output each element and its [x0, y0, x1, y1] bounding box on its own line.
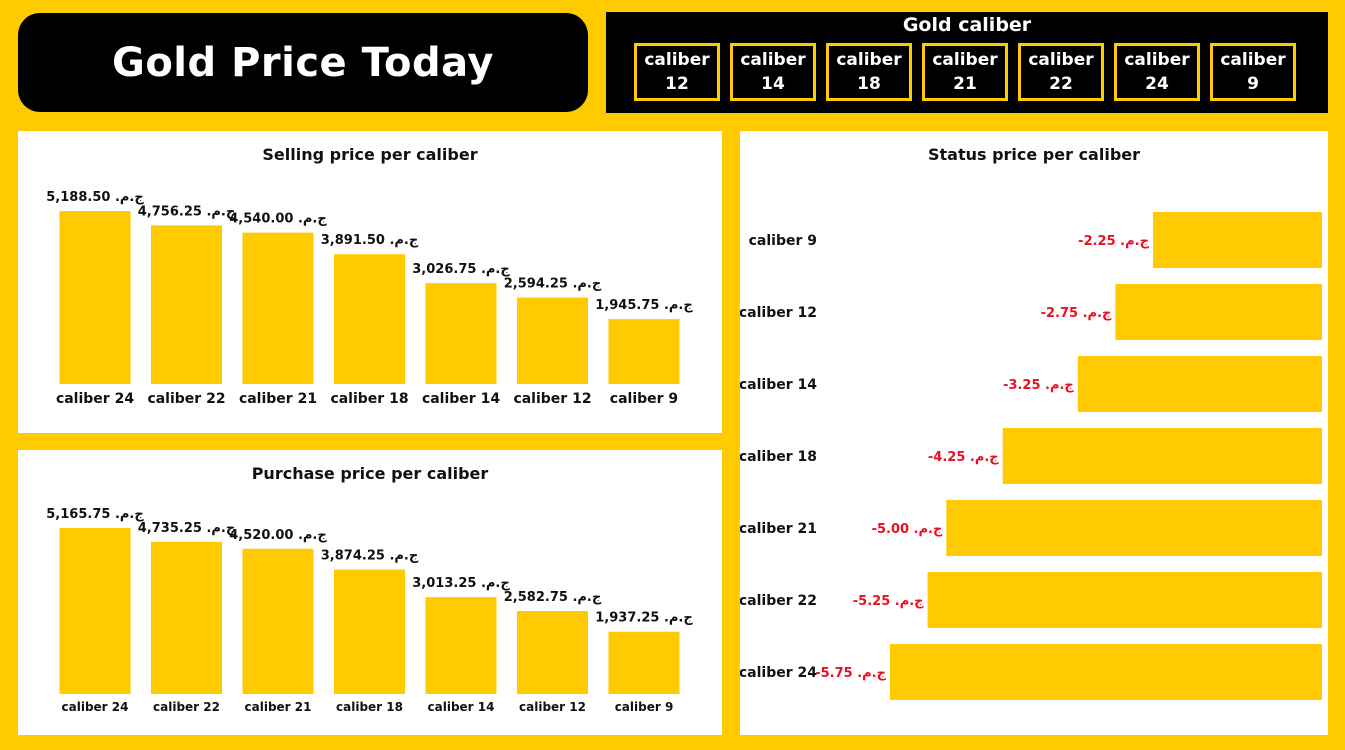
bar — [59, 211, 131, 384]
slicer-item-value: 21 — [953, 74, 977, 94]
data-label: 1,937.25 .ج.م — [595, 611, 693, 626]
data-label: 4,520.00 .ج.م — [229, 528, 327, 543]
bar — [59, 528, 131, 694]
data-label: -4.25 .ج.م — [928, 450, 999, 465]
data-label: 3,891.50 .ج.م — [321, 233, 419, 248]
category-label: caliber 21 — [245, 700, 312, 714]
selling-price-chart: 5,188.50 .ج.م caliber 24 4,756.25 .ج.م cali… — [46, 190, 693, 407]
bar — [242, 232, 314, 384]
bar — [890, 644, 1322, 700]
data-label: 2,594.25 .ج.م — [504, 277, 602, 292]
bar — [946, 500, 1322, 556]
slicer-item-caliber-18[interactable]: caliber 18 — [826, 43, 912, 101]
slicer-item-caliber-24[interactable]: caliber 24 — [1114, 43, 1200, 101]
slicer-item-label: caliber — [1220, 50, 1286, 70]
category-label: caliber 14 — [422, 391, 500, 407]
data-label: 5,165.75 .ج.م — [46, 507, 144, 522]
slicer-item-value: 12 — [665, 74, 689, 94]
slicer-item-caliber-21[interactable]: caliber 21 — [922, 43, 1008, 101]
data-label: 4,756.25 .ج.م — [138, 204, 236, 219]
selling-price-card: Selling price per caliber 5,188.50 .ج.م c… — [18, 131, 722, 433]
bar — [151, 541, 222, 694]
category-label: caliber 24 — [56, 391, 134, 407]
slicer-item-caliber-14[interactable]: caliber 14 — [730, 43, 816, 101]
category-label: caliber 18 — [336, 700, 403, 714]
data-label: 4,735.25 .ج.م — [138, 521, 236, 536]
data-label: 5,188.50 .ج.م — [46, 190, 144, 205]
bar — [425, 597, 497, 694]
data-label: 3,026.75 .ج.م — [412, 262, 510, 277]
slicer-item-value: 9 — [1247, 74, 1259, 94]
bar — [927, 572, 1322, 628]
category-label: caliber 12 — [519, 700, 586, 714]
bar — [1152, 212, 1322, 268]
category-label: caliber 14 — [428, 700, 495, 714]
category-label: caliber 9 — [749, 233, 817, 249]
data-label: -5.25 .ج.م — [853, 594, 924, 609]
slicer-item-label: caliber — [836, 50, 902, 70]
data-label: -5.00 .ج.م — [872, 522, 943, 537]
data-label: 1,945.75 .ج.م — [595, 298, 693, 313]
slicer-item-caliber-22[interactable]: caliber 22 — [1018, 43, 1104, 101]
category-label: caliber 22 — [153, 700, 220, 714]
slicer-title: Gold caliber — [902, 14, 1032, 36]
bar — [425, 283, 497, 384]
slicer-item-value: 18 — [857, 74, 881, 94]
data-label: 3,874.25 .ج.م — [321, 549, 419, 564]
data-label: 2,582.75 .ج.م — [504, 590, 602, 605]
slicer-item-caliber-9[interactable]: caliber 9 — [1210, 43, 1296, 101]
data-label: -2.75 .ج.م — [1041, 306, 1112, 321]
slicer-item-caliber-12[interactable]: caliber 12 — [634, 43, 720, 101]
purchase-price-chart: 5,165.75 .ج.م caliber 24 4,735.25 .ج.م cali… — [46, 507, 693, 714]
slicer-item-label: caliber — [740, 50, 806, 70]
category-label: caliber 22 — [147, 391, 225, 407]
bar — [1115, 284, 1322, 340]
page-title: Gold Price Today — [111, 39, 495, 86]
slicer-item-value: 24 — [1145, 74, 1169, 94]
category-label: caliber 9 — [610, 391, 678, 407]
slicer-item-value: 14 — [761, 74, 785, 94]
purchase-price-card: Purchase price per caliber 5,165.75 .ج.م… — [18, 450, 722, 735]
data-label: -3.25 .ج.م — [1003, 378, 1074, 393]
category-label: caliber 24 — [62, 700, 129, 714]
bar — [517, 297, 588, 384]
caliber-slicer: Gold caliber caliber 12 caliber 14 calib… — [606, 12, 1328, 113]
data-label: 3,013.25 .ج.م — [412, 576, 510, 591]
data-label: -2.25 .ج.م — [1078, 234, 1149, 249]
slicer-item-label: caliber — [1028, 50, 1094, 70]
data-label: -5.75 .ج.م — [815, 666, 886, 681]
slicer-item-label: caliber — [1124, 50, 1190, 70]
category-label: caliber 14 — [740, 377, 817, 393]
data-label: 4,540.00 .ج.م — [229, 212, 327, 227]
bar — [608, 631, 680, 694]
bar — [1002, 428, 1322, 484]
bar — [334, 254, 405, 384]
category-label: caliber 24 — [740, 665, 817, 681]
status-price-card: Status price per caliber caliber 9 -2.25 … — [740, 131, 1328, 735]
bar — [517, 611, 588, 694]
category-label: caliber 12 — [513, 391, 591, 407]
category-label: caliber 12 — [740, 305, 817, 321]
category-label: caliber 21 — [740, 521, 817, 537]
bar — [608, 319, 680, 384]
category-label: caliber 9 — [615, 700, 674, 714]
slicer-item-value: 22 — [1049, 74, 1073, 94]
bar — [334, 569, 405, 694]
bar — [151, 225, 222, 384]
bar — [242, 548, 314, 694]
slicer-item-label: caliber — [644, 50, 710, 70]
category-label: caliber 21 — [239, 391, 317, 407]
category-label: caliber 18 — [330, 391, 408, 407]
category-label: caliber 22 — [740, 593, 817, 609]
slicer-item-label: caliber — [932, 50, 998, 70]
category-label: caliber 18 — [740, 449, 817, 465]
title-banner: Gold Price Today — [18, 13, 588, 112]
status-price-chart: caliber 9 -2.25 .ج.م caliber 12 -2.75 .ج.م c… — [740, 212, 1322, 700]
bar — [1077, 356, 1322, 412]
